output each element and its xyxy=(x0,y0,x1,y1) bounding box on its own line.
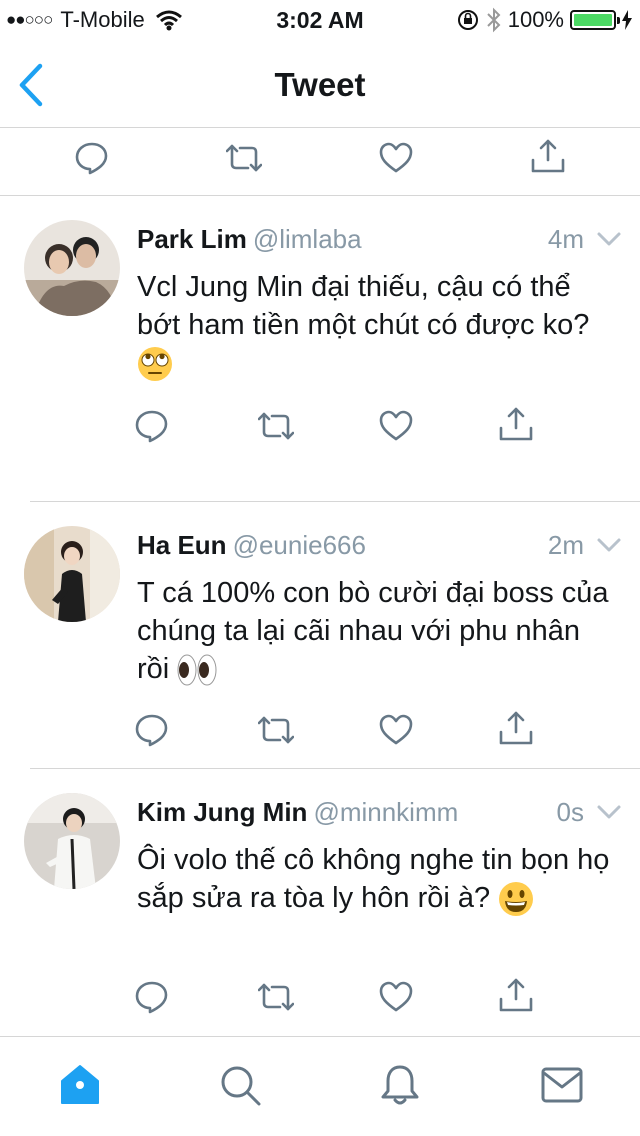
bluetooth-icon xyxy=(487,7,501,33)
rolling-eyes-emoji-icon xyxy=(138,347,172,382)
tweet-author-name[interactable]: Kim Jung Min xyxy=(137,797,307,827)
tweet-header: Ha Eun @eunie666 2m xyxy=(137,530,622,561)
tweet-card[interactable]: Ha Eun @eunie666 2m T cá 100% con bò cười… xyxy=(0,502,640,768)
eyes-emoji-icon xyxy=(177,654,217,686)
share-icon[interactable] xyxy=(498,710,534,746)
reply-icon[interactable] xyxy=(134,408,170,444)
like-heart-icon[interactable] xyxy=(378,979,414,1015)
tweet-text: Vcl Jung Min đại thiếu, cậu có thể bớt h… xyxy=(137,268,620,382)
tweet-text: Ôi volo thế cô không nghe tin bọn họ sắp… xyxy=(137,841,620,917)
tweet-author-handle[interactable]: @limlaba xyxy=(253,224,362,254)
tab-bar xyxy=(0,1036,640,1136)
search-icon[interactable] xyxy=(218,1063,262,1107)
share-icon[interactable] xyxy=(498,406,534,442)
page-title: Tweet xyxy=(274,66,366,103)
navigation-bar: Tweet xyxy=(0,40,640,128)
share-icon[interactable] xyxy=(498,977,534,1013)
tweet-author-handle[interactable]: @minnkimm xyxy=(313,797,458,827)
chevron-down-icon[interactable] xyxy=(596,228,622,250)
chevron-down-icon[interactable] xyxy=(596,534,622,556)
tweet-author-handle[interactable]: @eunie666 xyxy=(233,530,366,560)
avatar[interactable] xyxy=(24,220,120,316)
retweet-icon[interactable] xyxy=(258,979,294,1015)
tweet-timestamp: 0s xyxy=(556,797,584,827)
reply-icon[interactable] xyxy=(74,140,110,176)
share-icon[interactable] xyxy=(530,138,566,174)
battery-percent: 100% xyxy=(507,7,564,32)
grinning-emoji-icon xyxy=(499,882,534,917)
status-right: 100% xyxy=(456,7,632,33)
rotation-lock-icon xyxy=(457,10,478,30)
avatar[interactable] xyxy=(24,526,120,622)
tweet-header: Kim Jung Min @minnkimm 0s xyxy=(137,797,622,828)
reply-icon[interactable] xyxy=(134,979,170,1015)
retweet-icon[interactable] xyxy=(226,140,262,176)
messages-icon[interactable] xyxy=(540,1063,584,1107)
tweet-author-name[interactable]: Park Lim xyxy=(137,224,247,254)
notifications-icon[interactable] xyxy=(378,1063,422,1107)
like-heart-icon[interactable] xyxy=(378,140,414,176)
retweet-icon[interactable] xyxy=(258,408,294,444)
tweet-header: Park Lim @limlaba 4m xyxy=(137,224,622,255)
like-heart-icon[interactable] xyxy=(378,408,414,444)
home-icon[interactable] xyxy=(58,1063,102,1107)
main-tweet-actions xyxy=(0,128,640,196)
avatar[interactable] xyxy=(24,793,120,889)
tweet-card[interactable]: Kim Jung Min @minnkimm 0s Ôi volo thế cô … xyxy=(0,769,640,1035)
battery-icon xyxy=(570,10,620,30)
tweet-text: T cá 100% con bò cười đại boss của chúng… xyxy=(137,574,620,688)
tweet-timestamp: 2m xyxy=(547,530,584,560)
status-bar: ●●○○○ T-Mobile 3:02 AM 100% xyxy=(0,0,640,40)
tweet-timestamp: 4m xyxy=(547,224,584,254)
tweet-author-name[interactable]: Ha Eun xyxy=(137,530,227,560)
chevron-down-icon[interactable] xyxy=(596,801,622,823)
tweet-card[interactable]: Park Lim @limlaba 4m Vcl Jung Min đại thi… xyxy=(0,196,640,502)
charging-icon xyxy=(622,10,632,30)
retweet-icon[interactable] xyxy=(258,712,294,748)
like-heart-icon[interactable] xyxy=(378,712,414,748)
reply-icon[interactable] xyxy=(134,712,170,748)
